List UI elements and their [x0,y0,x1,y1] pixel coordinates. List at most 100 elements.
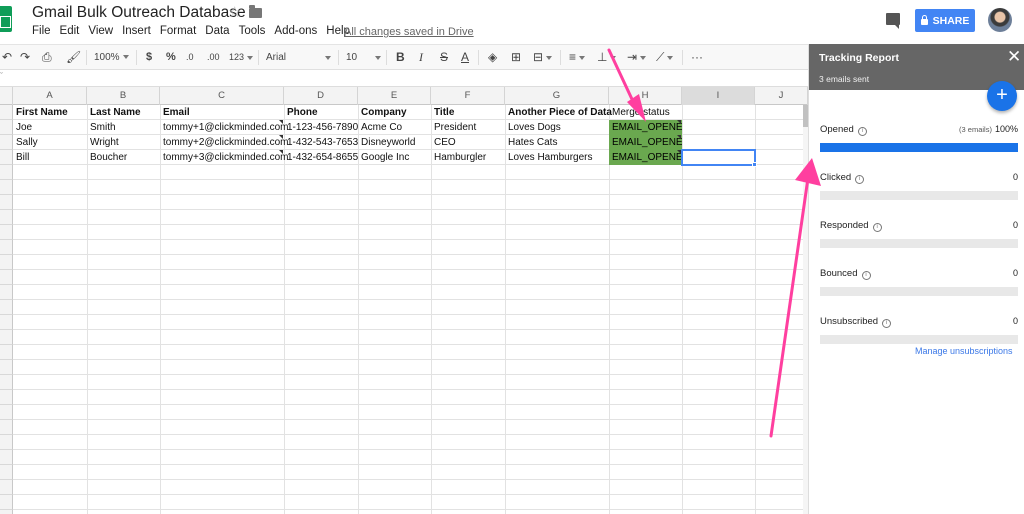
selected-cell[interactable] [681,149,756,166]
table-cell[interactable]: Bill [13,150,29,165]
table-cell[interactable]: Loves Hamburgers [505,150,592,165]
vertical-align-icon[interactable]: ⊥ [597,45,617,70]
text-wrap-icon[interactable]: ⇥ [627,45,647,70]
table-cell[interactable]: Loves Dogs [505,120,561,135]
table-cell[interactable]: President [431,120,476,135]
row-header[interactable] [0,135,13,150]
row-header[interactable] [0,120,13,135]
info-icon[interactable]: i [861,271,871,280]
row-header[interactable] [0,390,13,405]
row-header[interactable] [0,450,13,465]
add-campaign-button[interactable]: + [987,81,1017,111]
table-cell[interactable]: Acme Co [358,120,402,135]
currency-button[interactable]: $ [146,45,152,70]
percent-button[interactable]: % [166,45,176,70]
table-cell[interactable]: 1-432-654-8655 [284,150,358,165]
table-cell[interactable]: Smith [87,120,116,135]
menu-file[interactable]: File [32,25,51,37]
menu-data[interactable]: Data [205,25,229,37]
table-cell[interactable]: Sally [13,135,38,150]
row-header[interactable] [0,195,13,210]
column-header-e[interactable]: E [358,87,431,105]
row-header[interactable] [0,240,13,255]
header-cell[interactable]: Merge status [609,105,670,120]
comment-icon[interactable] [886,13,900,29]
row-header[interactable] [0,495,13,510]
text-color-button[interactable]: A [461,45,469,70]
row-header[interactable] [0,330,13,345]
menu-format[interactable]: Format [160,25,196,37]
table-cell[interactable]: Joe [13,120,32,135]
row-header[interactable] [0,435,13,450]
folder-icon[interactable] [249,5,262,18]
zoom-select[interactable]: 100% [94,45,129,70]
row-header[interactable] [0,210,13,225]
table-cell[interactable]: Hamburgler [431,150,486,165]
row-header[interactable] [0,405,13,420]
borders-icon[interactable]: ⊞ [511,45,521,70]
fill-color-icon[interactable]: ◈ [488,45,497,70]
table-cell[interactable]: tommy+3@clickminded.com [160,150,288,165]
row-header[interactable] [0,345,13,360]
info-icon[interactable]: i [882,319,892,328]
redo-icon[interactable]: ↷ [20,45,30,70]
header-cell[interactable]: Email [160,105,190,120]
strikethrough-button[interactable]: S [440,45,448,70]
increase-decimals-button[interactable]: .00 [207,45,220,70]
select-all-corner[interactable] [0,87,13,105]
manage-unsubscriptions-link[interactable]: Manage unsubscriptions [915,346,1013,356]
row-header[interactable] [0,180,13,195]
font-select[interactable]: Arial [266,45,334,70]
table-cell[interactable]: 1-432-543-7653 [284,135,358,150]
table-cell[interactable]: Wright [87,135,119,150]
row-header[interactable] [0,360,13,375]
star-icon[interactable]: ☆ [228,3,241,21]
table-cell[interactable]: EMAIL_OPENED [609,150,682,165]
header-cell[interactable]: Last Name [87,105,141,120]
avatar[interactable] [988,8,1012,32]
row-header[interactable] [0,225,13,240]
table-cell[interactable]: Boucher [87,150,127,165]
table-cell[interactable]: 1-123-456-7890 [284,120,358,135]
formula-bar[interactable]: ˇ [0,70,808,87]
row-header[interactable] [0,300,13,315]
row-header[interactable] [0,315,13,330]
column-header-i[interactable]: I [682,87,755,105]
header-cell[interactable]: Phone [284,105,318,120]
paint-format-icon[interactable]: 🖌 [66,45,81,70]
row-header[interactable] [0,465,13,480]
column-header-d[interactable]: D [284,87,358,105]
fill-handle[interactable] [752,162,757,167]
info-icon[interactable]: i [872,223,882,232]
row-header[interactable] [0,255,13,270]
row-header[interactable] [0,150,13,165]
row-header[interactable] [0,480,13,495]
text-rotate-icon[interactable]: ⟋ [656,45,674,70]
column-header-a[interactable]: A [13,87,87,105]
table-cell[interactable]: tommy+2@clickminded.com [160,135,288,150]
table-cell[interactable]: CEO [431,135,456,150]
column-header-c[interactable]: C [160,87,284,105]
align-left-icon[interactable]: ≡ [569,45,586,70]
header-cell[interactable]: Company [358,105,407,120]
menu-addons[interactable]: Add-ons [274,25,317,37]
menu-insert[interactable]: Insert [122,25,151,37]
font-size-select[interactable]: 10 [346,45,382,70]
more-button[interactable]: ··· [691,45,703,70]
row-header[interactable] [0,105,13,120]
column-header-b[interactable]: B [87,87,160,105]
merge-cells-icon[interactable]: ⊟ [533,45,553,70]
column-header-g[interactable]: G [505,87,609,105]
row-header[interactable] [0,375,13,390]
table-cell[interactable]: EMAIL_OPENED [609,120,682,135]
undo-icon[interactable]: ↶ [2,45,12,70]
info-icon[interactable]: i [857,127,867,136]
sheets-logo-icon[interactable] [0,6,12,32]
info-icon[interactable]: i [855,175,865,184]
menu-view[interactable]: View [88,25,113,37]
decrease-decimals-button[interactable]: .0 [186,45,194,70]
header-cell[interactable]: First Name [13,105,68,120]
table-cell[interactable]: Disneyworld [358,135,415,150]
close-icon[interactable]: ✕ [1007,47,1021,67]
table-cell[interactable]: Google Inc [358,150,409,165]
